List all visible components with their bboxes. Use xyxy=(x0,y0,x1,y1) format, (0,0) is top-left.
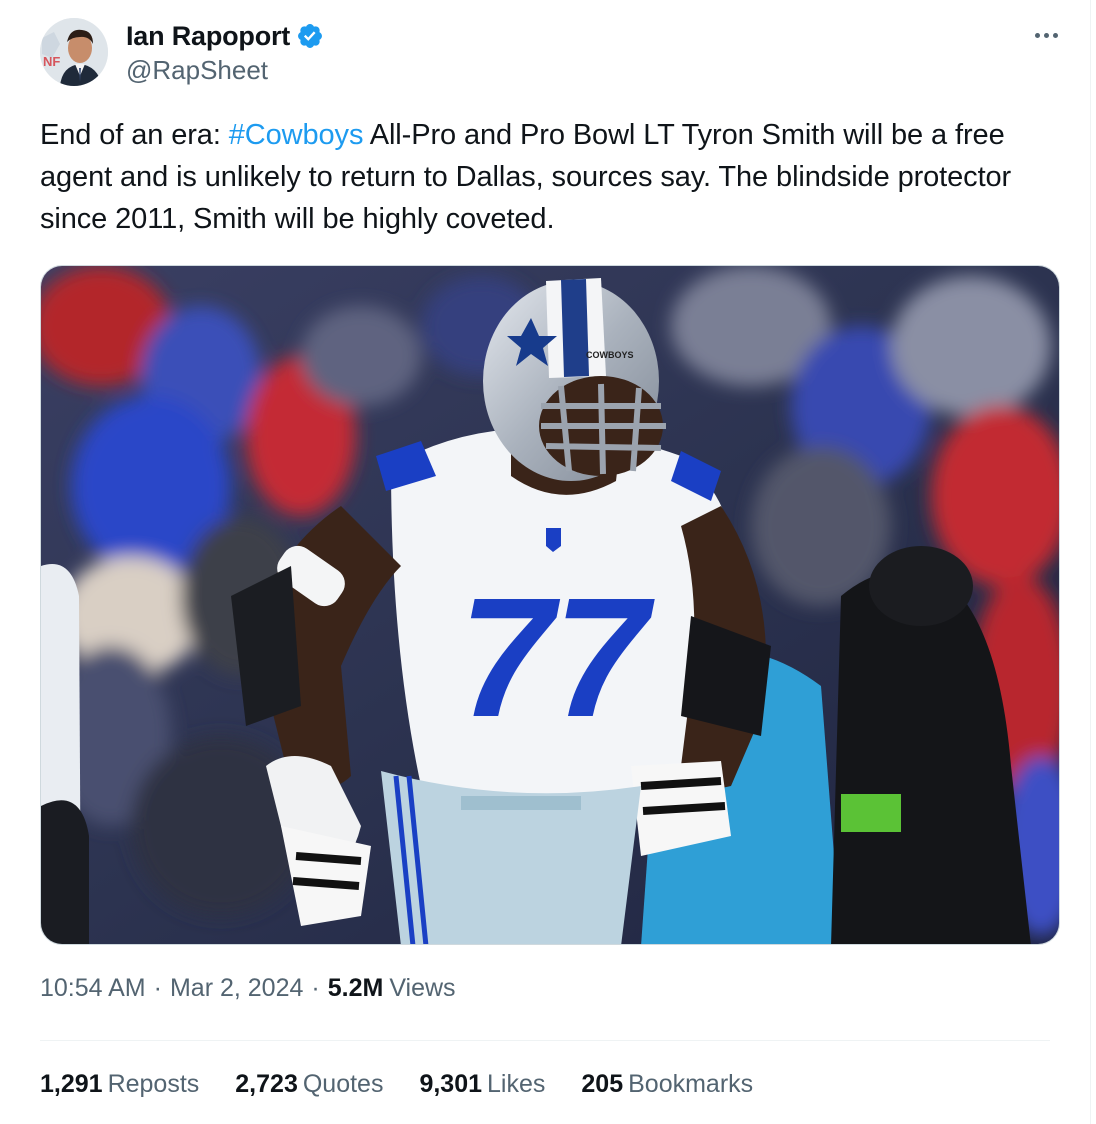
tweet-date[interactable]: Mar 2, 2024 xyxy=(170,974,303,1003)
reposts-count: 1,291 xyxy=(40,1070,103,1098)
reposts-label: Reposts xyxy=(107,1070,200,1098)
tweet-meta: 10:54 AM · Mar 2, 2024 · 5.2M Views xyxy=(40,974,456,1003)
verified-badge-icon xyxy=(296,22,324,50)
quotes-label: Quotes xyxy=(302,1070,384,1098)
engagement-stats: 1,291 Reposts 2,723 Quotes 9,301 Likes 205 B… xyxy=(40,1070,789,1099)
hashtag-link[interactable]: #Cowboys xyxy=(229,119,364,151)
tweet-card: NF Ian Rapoport @RapSheet End of an era:… xyxy=(0,0,1091,1124)
meta-separator: · xyxy=(153,974,162,1002)
tweet-time[interactable]: 10:54 AM xyxy=(40,974,146,1003)
tweet-text: End of an era: #Cowboys All-Pro and Pro … xyxy=(40,114,1050,240)
helmet-text: COWBOYS xyxy=(586,350,634,360)
more-options-icon[interactable] xyxy=(1026,20,1066,50)
likes-count: 9,301 xyxy=(419,1070,483,1098)
quotes-stat[interactable]: 2,723 Quotes xyxy=(235,1070,383,1099)
author-display-name[interactable]: Ian Rapoport xyxy=(126,21,290,52)
bookmarks-label: Bookmarks xyxy=(628,1070,754,1098)
author-handle[interactable]: @RapSheet xyxy=(126,55,268,86)
bookmarks-stat[interactable]: 205 Bookmarks xyxy=(581,1070,753,1099)
more-dot xyxy=(1052,32,1058,38)
meta-separator: · xyxy=(311,974,320,1002)
views-label[interactable]: Views xyxy=(389,974,455,1003)
tweet-media-photo[interactable]: 77 COWBOYS xyxy=(40,265,1060,945)
author-avatar[interactable]: NF xyxy=(40,18,108,86)
views-count[interactable]: 5.2M xyxy=(328,974,384,1003)
quotes-count: 2,723 xyxy=(235,1070,298,1098)
author-name-row[interactable]: Ian Rapoport xyxy=(126,18,324,54)
jersey-number: 77 xyxy=(459,563,656,753)
avatar-photo: NF xyxy=(40,18,108,86)
more-dot xyxy=(1034,32,1040,38)
tweet-text-before: End of an era: xyxy=(40,119,229,151)
divider xyxy=(40,1040,1050,1041)
bookmarks-count: 205 xyxy=(581,1070,624,1098)
football-player-photo: 77 COWBOYS xyxy=(41,266,1059,944)
likes-label: Likes xyxy=(487,1070,546,1098)
reposts-stat[interactable]: 1,291 Reposts xyxy=(40,1070,199,1099)
more-dot xyxy=(1043,32,1049,38)
likes-stat[interactable]: 9,301 Likes xyxy=(419,1070,545,1099)
svg-text:NF: NF xyxy=(43,54,60,69)
